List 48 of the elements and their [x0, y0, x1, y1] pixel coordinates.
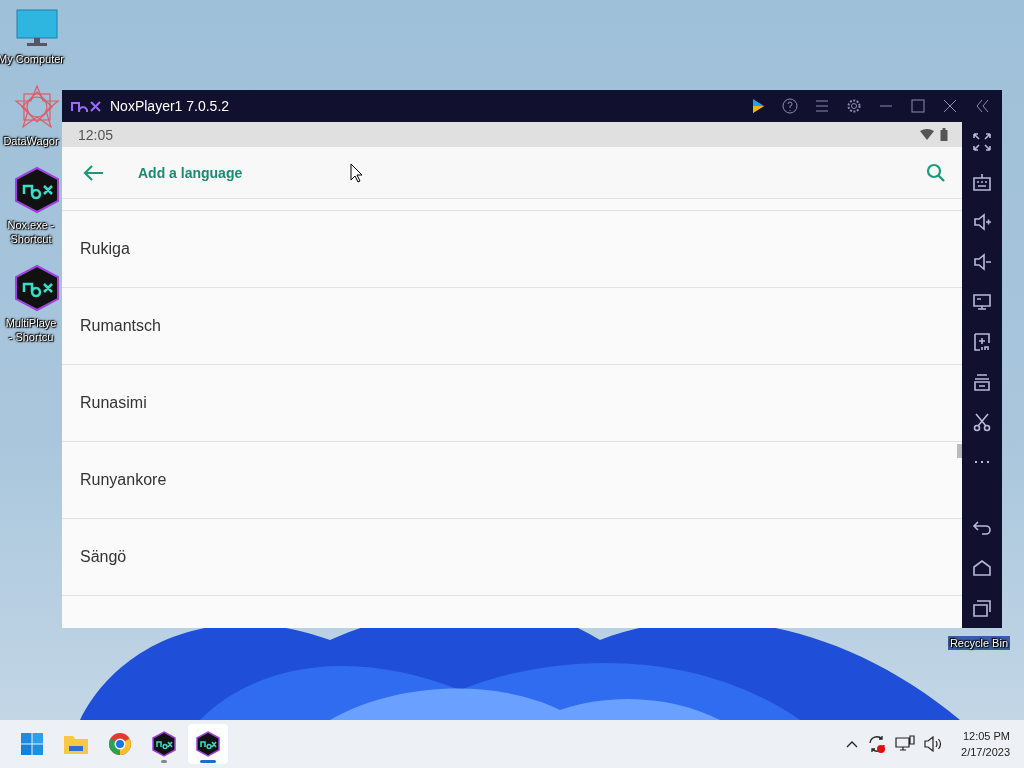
back-arrow-icon[interactable] — [82, 163, 104, 182]
clock[interactable]: 12:05 PM 2/17/2023 — [957, 728, 1014, 760]
browser-icon[interactable] — [108, 732, 132, 756]
desktop-icon-label[interactable]: Recycle Bin — [947, 636, 1010, 650]
speaker-icon[interactable] — [923, 736, 944, 752]
volume-down-icon[interactable] — [972, 252, 992, 272]
clock-date: 2/17/2023 — [961, 745, 1010, 760]
language-list-item[interactable]: Runasimi — [62, 365, 962, 442]
hexagon-app-icon[interactable] — [14, 166, 60, 214]
back-icon[interactable] — [972, 518, 992, 538]
language-list-item[interactable]: Sängö — [62, 519, 962, 596]
clock-time: 12:05 PM — [962, 729, 1010, 744]
network-icon[interactable] — [895, 735, 916, 753]
language-list-item[interactable]: Rumantsch — [62, 288, 962, 365]
screen-icon[interactable] — [972, 292, 992, 312]
fullscreen-icon[interactable] — [972, 132, 992, 152]
folder-icon[interactable] — [63, 733, 89, 755]
help-icon[interactable] — [782, 98, 798, 114]
status-time: 12:05 — [78, 126, 114, 143]
monitor-icon[interactable] — [15, 8, 59, 48]
keyboard-icon[interactable] — [972, 172, 992, 192]
page-title: Add a language — [138, 164, 243, 181]
hexagon-app-icon[interactable] — [152, 731, 176, 757]
star-pattern-icon[interactable] — [14, 84, 60, 130]
play-icon[interactable] — [750, 98, 766, 114]
chevron-up-icon[interactable] — [845, 739, 860, 749]
window-title: NoxPlayer1 7.0.5.2 — [110, 98, 230, 114]
stack-icon[interactable] — [972, 372, 992, 392]
home-icon[interactable] — [972, 558, 992, 578]
hexagon-app-icon[interactable] — [14, 264, 60, 312]
sync-alert-icon[interactable] — [867, 734, 888, 754]
scissors-icon[interactable] — [972, 412, 992, 432]
recents-icon[interactable] — [972, 598, 992, 618]
wifi-icon — [920, 129, 934, 140]
taskbar-app[interactable] — [188, 724, 228, 764]
settings-icon[interactable] — [846, 98, 862, 114]
close-icon[interactable] — [942, 98, 958, 114]
scrollbar-thumb[interactable] — [957, 444, 962, 458]
apk-icon[interactable] — [972, 332, 992, 352]
search-icon[interactable] — [926, 162, 946, 183]
double-chevron-icon[interactable] — [974, 98, 990, 114]
hexagon-app-icon[interactable] — [196, 731, 220, 757]
language-list-item[interactable]: Rukiga — [62, 211, 962, 288]
logo-icon — [70, 100, 102, 112]
battery-icon — [940, 128, 948, 141]
windows-logo-icon[interactable] — [20, 732, 44, 756]
mouse-cursor-icon — [350, 163, 364, 183]
volume-up-icon[interactable] — [972, 212, 992, 232]
